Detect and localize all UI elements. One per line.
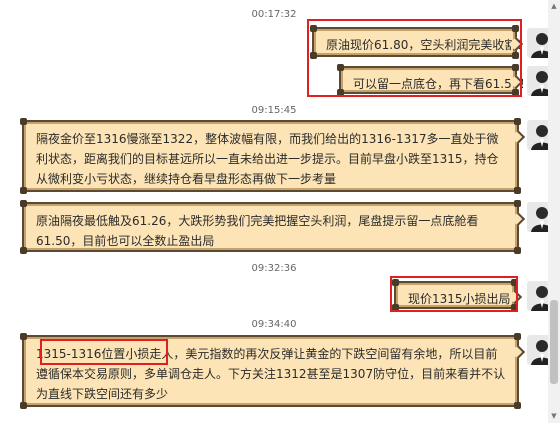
- timestamp: 09:34:40: [251, 319, 297, 330]
- message-text: 原油隔夜最低触及61.26，大跌形势我们完美把握空头利润，尾盘提示留一点底舱看6…: [36, 214, 479, 248]
- scroll-down-icon[interactable]: ▼: [550, 412, 558, 420]
- chat-bubble-sent[interactable]: 可以留一点底仓，再下看61.50！: [337, 64, 531, 96]
- message-text: 隔夜金价至1316慢涨至1322，整体波幅有限，而我们给出的1316-1317多…: [36, 132, 499, 186]
- message-highlight-text: 1315-1316位置小损走人: [36, 347, 174, 361]
- chat-bubble-received[interactable]: 隔夜金价至1316慢涨至1322，整体波幅有限，而我们给出的1316-1317多…: [20, 118, 526, 194]
- chat-bubble-sent[interactable]: 原油现价61.80，空头利润完美收割！: [310, 25, 528, 59]
- message-text: 可以留一点底仓，再下看61.50！: [353, 77, 532, 91]
- timestamp: 09:15:45: [251, 105, 297, 116]
- scrollbar-thumb[interactable]: [550, 300, 558, 384]
- chat-bubble-received[interactable]: 1315-1316位置小损走人，美元指数的再次反弹让黄金的下跌空间留有余地，所以…: [20, 333, 526, 409]
- chat-bubble-received[interactable]: 原油隔夜最低触及61.26，大跌形势我们完美把握空头利润，尾盘提示留一点底舱看6…: [20, 200, 526, 254]
- scroll-up-icon[interactable]: ▲: [550, 2, 558, 10]
- message-text: 现价1315小损出局！: [408, 292, 523, 306]
- timestamp: 00:17:32: [251, 9, 297, 20]
- timestamp: 09:32:36: [251, 263, 297, 274]
- chat-area[interactable]: 00:17:32 原油现价61.80，空头利润完美收割！ 可以留一点底仓，再下看…: [0, 0, 557, 423]
- chat-bubble-sent[interactable]: 现价1315小损出局！: [392, 279, 523, 311]
- message-text: 原油现价61.80，空头利润完美收割！: [326, 38, 529, 52]
